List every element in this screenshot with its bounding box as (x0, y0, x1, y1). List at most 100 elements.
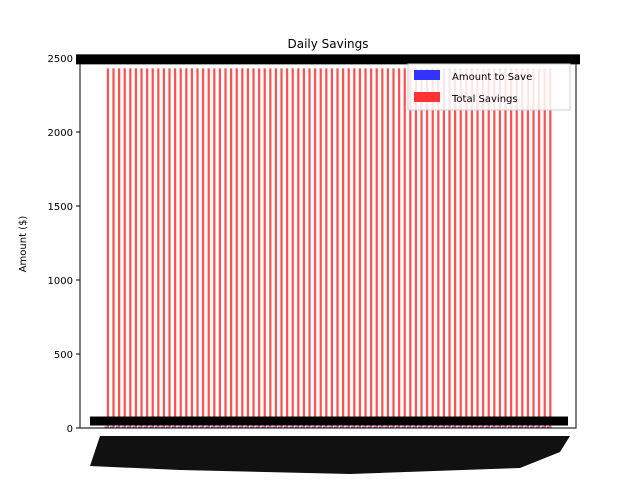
legend-label-amount-to-save: Amount to Save (452, 72, 532, 83)
bar-total-savings (190, 68, 194, 429)
bar-total-savings (140, 68, 143, 429)
bar-total-savings (482, 68, 485, 429)
y-axis-label: Amount ($) (18, 216, 29, 273)
bar-total-savings (129, 68, 132, 429)
daily-savings-chart: Daily Savings Amount ($) 0 500 1000 1500 200… (18, 37, 580, 474)
bar-total-savings (381, 68, 384, 429)
bar-total-savings (224, 68, 227, 429)
bar-total-savings (353, 68, 356, 429)
data-labels-amount-to-save (90, 416, 568, 426)
bar-total-savings (426, 68, 429, 429)
y-tick-label: 2500 (48, 54, 73, 65)
bar-total-savings (286, 68, 289, 429)
bar-total-savings (476, 68, 479, 429)
bar-total-savings (431, 68, 434, 429)
bar-total-savings (448, 68, 451, 429)
bar-total-savings (515, 68, 518, 429)
bar-total-savings (185, 68, 188, 429)
bar-total-savings (347, 68, 350, 429)
bar-total-savings (409, 68, 412, 429)
bar-total-savings (442, 68, 446, 429)
bar-total-savings (521, 68, 524, 429)
bar-total-savings (112, 68, 115, 429)
bar-total-savings (230, 68, 233, 429)
bar-total-savings (403, 68, 406, 429)
bar-total-savings (330, 68, 334, 429)
bar-total-savings (319, 68, 322, 429)
bar-total-savings (213, 68, 216, 429)
bar-total-savings (493, 68, 496, 429)
bar-total-savings (538, 68, 541, 429)
bar-total-savings (168, 68, 171, 429)
bar-total-savings (291, 68, 294, 429)
bar-total-savings (202, 68, 205, 429)
bar-total-savings (543, 68, 546, 429)
bar-total-savings (314, 68, 317, 429)
bar-total-savings (241, 68, 244, 429)
bar-total-savings (218, 68, 222, 429)
bar-total-savings (196, 68, 199, 429)
bar-total-savings (151, 68, 154, 429)
x-tick-labels (90, 436, 570, 474)
bar-total-savings (308, 68, 311, 429)
bar-total-savings (510, 68, 513, 429)
bar-total-savings (174, 68, 177, 429)
bar-total-savings (252, 68, 255, 429)
bar-total-savings (162, 68, 166, 429)
bar-total-savings (106, 68, 110, 429)
x-axis (90, 436, 570, 474)
plot-frame (79, 57, 577, 429)
bar-total-savings (179, 68, 182, 429)
legend-label-total-savings: Total Savings (451, 94, 518, 105)
bar-total-savings (398, 68, 401, 429)
bar-total-savings (274, 68, 278, 429)
bar-total-savings (336, 68, 339, 429)
bar-total-savings (235, 68, 238, 429)
y-tick-label: 1500 (48, 202, 73, 213)
y-tick-label: 1000 (48, 276, 73, 287)
bar-total-savings (375, 68, 378, 429)
legend-swatch-total-savings (414, 92, 440, 102)
bar-total-savings (358, 68, 362, 429)
bar-total-savings (246, 68, 250, 429)
bar-total-savings (549, 68, 552, 429)
y-tick-label: 2000 (48, 128, 73, 139)
bar-total-savings (498, 68, 502, 429)
bar-total-savings (157, 68, 160, 429)
bar-total-savings (207, 68, 210, 429)
bar-total-savings (263, 68, 266, 429)
bar-total-savings (392, 68, 395, 429)
legend: Amount to Save Total Savings (407, 63, 571, 111)
bar-total-savings (459, 68, 462, 429)
bar-total-savings (370, 68, 373, 429)
y-axis: 0 500 1000 1500 2000 2500 (48, 54, 80, 435)
y-tick-label: 500 (54, 350, 73, 361)
bar-total-savings (465, 68, 468, 429)
bar-total-savings (118, 68, 121, 429)
bar-total-savings (258, 68, 261, 429)
bar-total-savings (386, 68, 390, 429)
bar-total-savings (297, 68, 300, 429)
bar-total-savings (526, 68, 530, 429)
bar-total-savings (134, 68, 138, 429)
bar-total-savings (420, 68, 423, 429)
bar-total-savings (280, 68, 283, 429)
bar-total-savings (414, 68, 418, 429)
bar-total-savings (532, 68, 535, 429)
bar-total-savings (470, 68, 474, 429)
bar-total-savings (504, 68, 507, 429)
bar-total-savings (342, 68, 345, 429)
bar-total-savings (437, 68, 440, 429)
bar-total-savings (325, 68, 328, 429)
bar-total-savings (146, 68, 149, 429)
bar-total-savings (454, 68, 457, 429)
bar-total-savings (302, 68, 306, 429)
data-labels-total-savings (76, 54, 580, 65)
bar-total-savings (487, 68, 490, 429)
bar-total-savings (123, 68, 126, 429)
legend-swatch-amount-to-save (414, 70, 440, 80)
bar-total-savings (364, 68, 367, 429)
chart-title: Daily Savings (287, 37, 368, 51)
bar-total-savings (269, 68, 272, 429)
y-tick-label: 0 (67, 424, 73, 435)
